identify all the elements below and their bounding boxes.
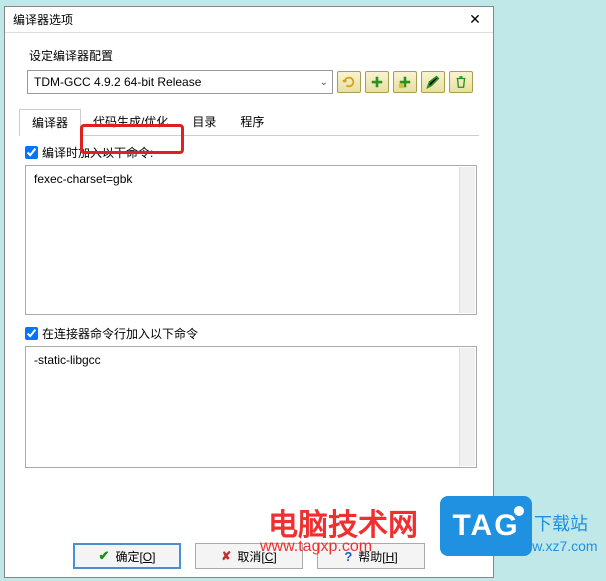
linker-commands-checkbox[interactable] <box>25 327 38 340</box>
pencil-icon <box>426 75 440 89</box>
tab-programs[interactable]: 程序 <box>228 109 276 136</box>
delete-button[interactable] <box>449 71 473 93</box>
linker-commands-label: 在连接器命令行加入以下命令 <box>42 325 198 342</box>
add-button[interactable] <box>365 71 389 93</box>
content-area: 设定编译器配置 TDM-GCC 4.9.2 64-bit Release ⌄ 编… <box>5 33 493 468</box>
refresh-icon <box>342 75 356 89</box>
compile-commands-checkbox[interactable] <box>25 146 38 159</box>
add-folder-button[interactable] <box>393 71 417 93</box>
tab-compiler[interactable]: 编译器 <box>19 109 81 136</box>
question-icon: ? <box>344 549 352 564</box>
tab-directories[interactable]: 目录 <box>180 109 228 136</box>
compile-commands-label: 编译时加入以下命令: <box>42 144 153 161</box>
tab-codegen[interactable]: 代码生成/优化 <box>81 109 180 136</box>
linker-commands-value: -static-libgcc <box>34 353 101 367</box>
compile-commands-textarea[interactable]: fexec-charset=gbk <box>25 165 477 315</box>
chevron-down-icon: ⌄ <box>320 77 328 88</box>
options-dialog: 编译器选项 ✕ 设定编译器配置 TDM-GCC 4.9.2 64-bit Rel… <box>4 6 494 578</box>
compiler-config-row: TDM-GCC 4.9.2 64-bit Release ⌄ <box>27 70 473 94</box>
x-icon: ✘ <box>221 549 231 563</box>
help-button[interactable]: ? 帮助[H] <box>317 543 425 569</box>
linker-commands-textarea[interactable]: -static-libgcc <box>25 346 477 468</box>
scrollbar[interactable] <box>459 348 475 466</box>
dialog-button-row: ✔ 确定[O] ✘ 取消[C] ? 帮助[H] <box>5 543 493 569</box>
compiler-config-label: 设定编译器配置 <box>29 47 479 64</box>
linker-commands-check-row: 在连接器命令行加入以下命令 <box>25 325 479 342</box>
watermark-text-2: 下载站 <box>534 510 588 536</box>
check-icon: ✔ <box>99 548 110 564</box>
cancel-button[interactable]: ✘ 取消[C] <box>195 543 303 569</box>
combo-selected-text: TDM-GCC 4.9.2 64-bit Release <box>34 75 201 89</box>
window-title: 编译器选项 <box>13 11 73 28</box>
refresh-button[interactable] <box>337 71 361 93</box>
close-icon: ✕ <box>469 11 481 28</box>
rename-button[interactable] <box>421 71 445 93</box>
ok-button[interactable]: ✔ 确定[O] <box>73 543 181 569</box>
plus-icon <box>370 75 384 89</box>
tab-strip: 编译器 代码生成/优化 目录 程序 <box>19 108 479 136</box>
scrollbar[interactable] <box>459 167 475 313</box>
compiler-config-combo[interactable]: TDM-GCC 4.9.2 64-bit Release ⌄ <box>27 70 333 94</box>
titlebar: 编译器选项 ✕ <box>5 7 493 33</box>
compile-commands-check-row: 编译时加入以下命令: <box>25 144 479 161</box>
close-button[interactable]: ✕ <box>463 8 487 32</box>
watermark-url-2: www.xz7.com <box>512 538 598 554</box>
trash-icon <box>454 75 468 89</box>
plus-folder-icon <box>398 75 412 89</box>
compile-commands-value: fexec-charset=gbk <box>34 172 132 186</box>
